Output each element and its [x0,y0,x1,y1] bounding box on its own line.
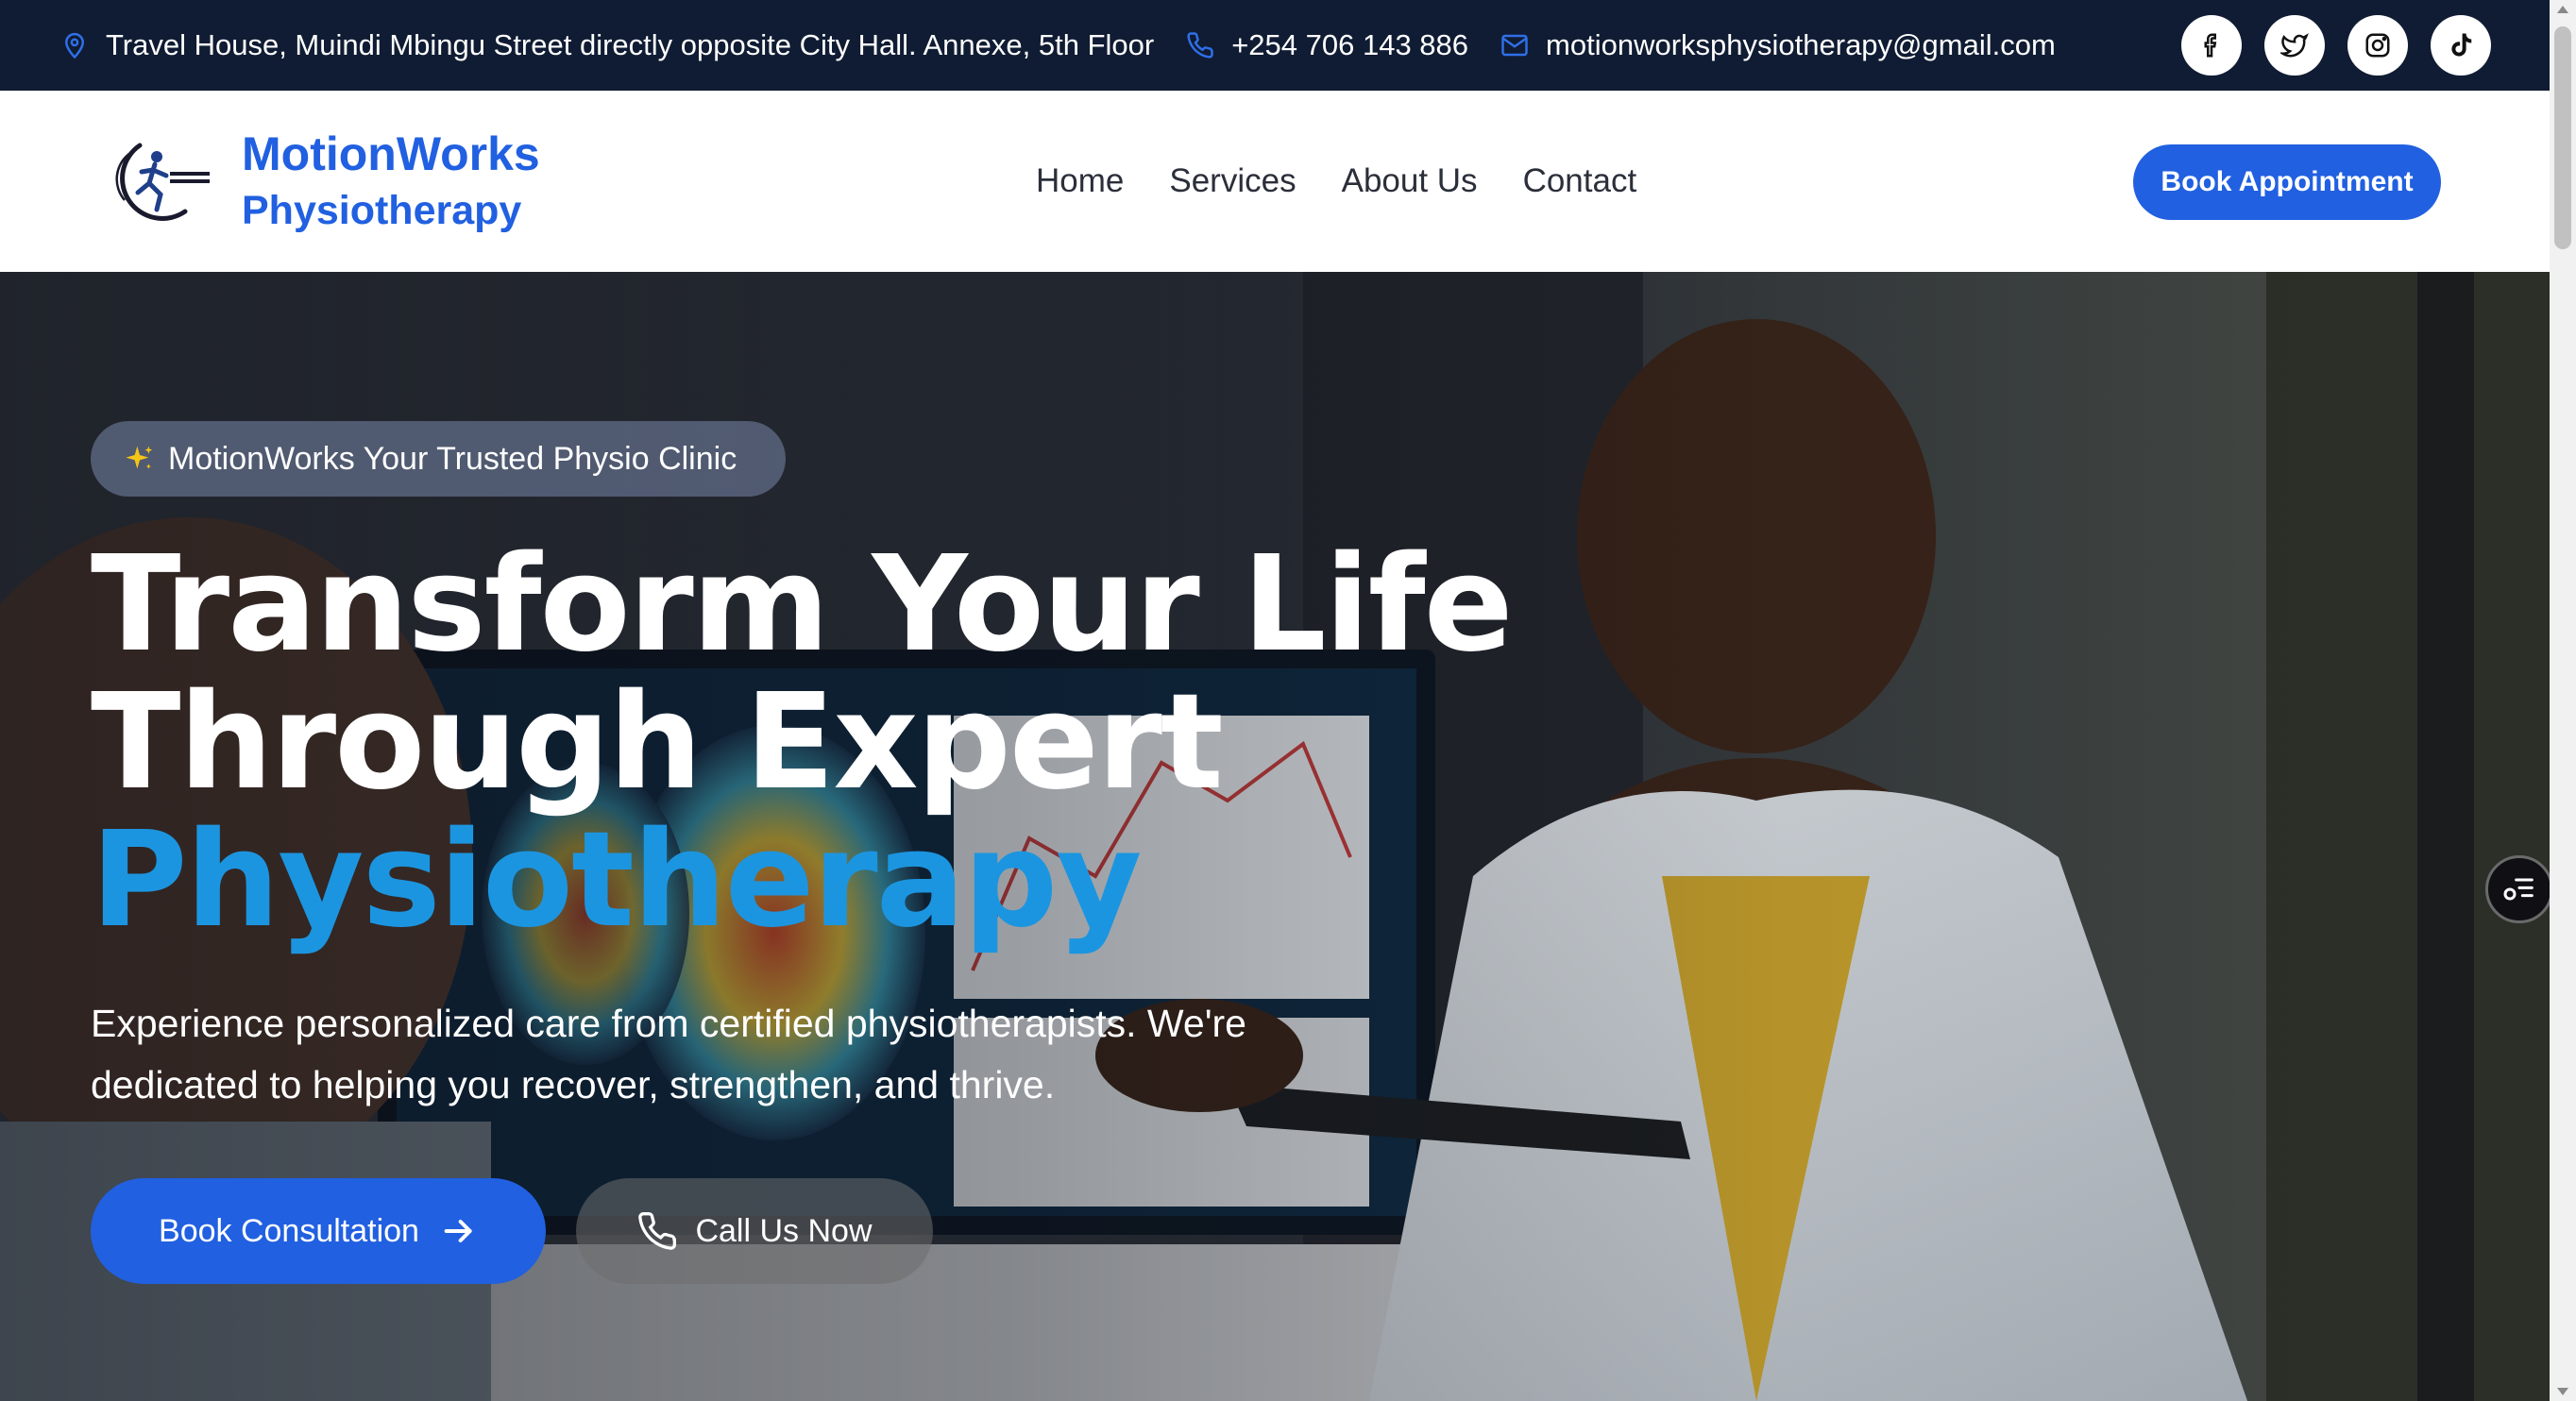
hero-section: MotionWorks Your Trusted Physio Clinic T… [0,272,2550,1401]
hero-badge: MotionWorks Your Trusted Physio Clinic [91,421,786,497]
book-consultation-button[interactable]: Book Consultation [91,1178,546,1284]
headline-line-1: Transform Your Life [91,528,1514,682]
brand-name[interactable]: MotionWorks Physiotherapy [242,125,540,238]
tiktok-button[interactable] [2431,15,2491,76]
page-scrollbar[interactable] [2550,0,2576,1401]
headline-line-2: Through Expert [91,666,1224,819]
scroll-down-arrow[interactable] [2557,1388,2568,1395]
hero-subtitle: Experience personalized care from certif… [91,1002,1246,1106]
email-text: motionworksphysiotherapy@gmail.com [1546,28,2056,61]
top-info-bar: Travel House, Muindi Mbingu Street direc… [0,0,2550,91]
phone-icon [1187,32,1213,59]
headline-accent: Physiotherapy [91,803,1143,957]
main-nav: Home Services About Us Contact [1036,91,1636,272]
nav-home[interactable]: Home [1036,162,1124,200]
brand-line-2: Physiotherapy [242,188,522,233]
scroll-up-arrow[interactable] [2557,6,2568,13]
twitter-button[interactable] [2264,15,2325,76]
social-links [2181,15,2491,76]
scroll-thumb[interactable] [2554,26,2571,249]
book-consultation-label: Book Consultation [159,1212,419,1249]
floating-tool-button[interactable] [2485,855,2550,923]
arrow-right-icon [444,1220,472,1242]
call-us-now-label: Call Us Now [695,1212,873,1249]
mail-icon [1501,34,1528,57]
call-us-now-button[interactable]: Call Us Now [576,1178,933,1284]
phone-icon [638,1212,677,1250]
facebook-button[interactable] [2181,15,2242,76]
brand-line-1: MotionWorks [242,127,540,180]
brand-logo[interactable] [102,134,213,228]
site-header: MotionWorks Physiotherapy Home Services … [0,91,2550,272]
instagram-icon [2365,33,2390,58]
badge-text: MotionWorks Your Trusted Physio Clinic [168,440,737,477]
twitter-icon [2280,33,2309,58]
phone-text: +254 706 143 886 [1231,28,1469,61]
phone-info[interactable]: +254 706 143 886 [1186,28,1468,62]
email-info[interactable]: motionworksphysiotherapy@gmail.com [1500,28,2056,62]
hero-headline: Transform Your Life Through Expert Physi… [91,528,1514,957]
tiktok-icon [2451,33,2472,57]
address-text: Travel House, Muindi Mbingu Street direc… [106,28,1155,61]
instagram-button[interactable] [2347,15,2408,76]
nav-contact[interactable]: Contact [1523,162,1637,200]
nav-about-us[interactable]: About Us [1342,162,1478,200]
accessibility-menu-icon [2503,878,2534,901]
location-pin-icon [64,32,85,59]
facebook-icon [2204,33,2217,58]
book-appointment-button[interactable]: Book Appointment [2133,144,2441,220]
address-info: Travel House, Muindi Mbingu Street direc… [60,28,1154,62]
nav-services[interactable]: Services [1169,162,1296,200]
sparkles-icon [126,446,153,469]
